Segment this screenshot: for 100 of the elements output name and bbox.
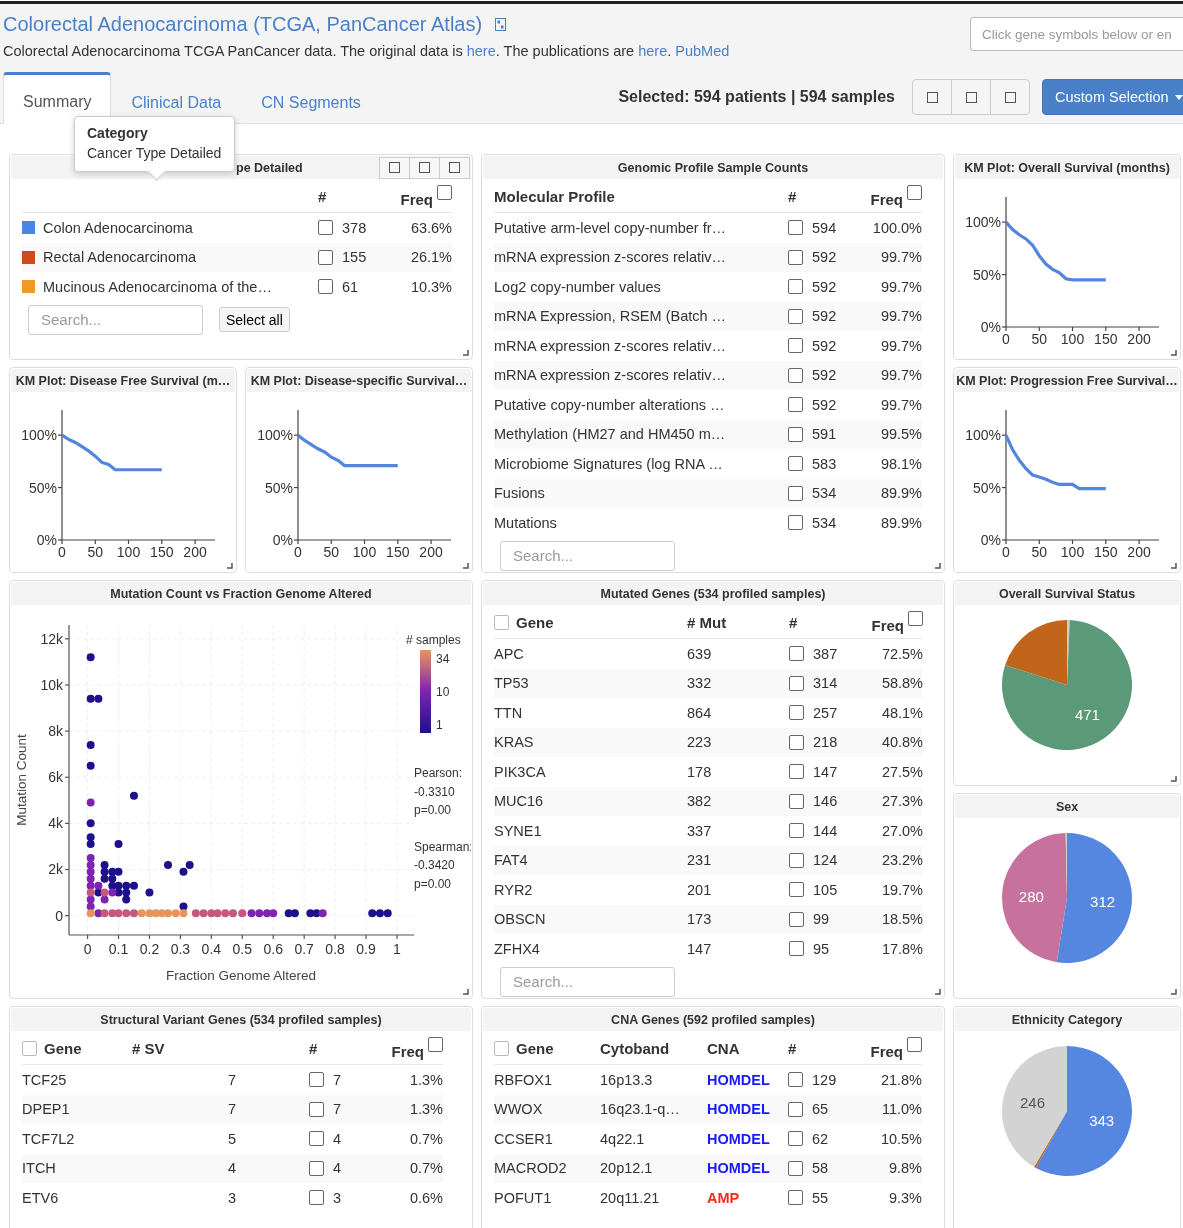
column-header: CNA xyxy=(707,1040,740,1057)
table-cell-text: ZFHX4 xyxy=(494,940,541,957)
tab[interactable]: Summary xyxy=(3,72,112,124)
tick-label: 10k xyxy=(40,676,63,693)
table-cell-text: FAT4 xyxy=(494,852,529,869)
tick-label: 150 xyxy=(1094,331,1118,347)
axis-title: Fraction Genome Altered xyxy=(165,968,317,983)
column-header: Gene xyxy=(44,1040,82,1057)
legend-label: 34 xyxy=(436,652,450,666)
tooltip-title: Category xyxy=(87,125,149,141)
slice-label: 343 xyxy=(1089,1111,1115,1129)
legend-label: 10 xyxy=(436,685,450,699)
table-cell-text: Log2 copy-number values xyxy=(494,278,662,295)
selection-summary: Selected: 594 patients | 594 samples xyxy=(618,88,895,106)
tick-label: 200 xyxy=(1127,544,1151,560)
table-cell-text: 1.3% xyxy=(408,1101,443,1118)
custom-selection-button[interactable]: Custom Selection xyxy=(1042,79,1183,115)
table-cell: 592 xyxy=(812,337,837,354)
table-cell-text: 9.8% xyxy=(887,1160,922,1177)
table-cell: Rectal Adenocarcinoma xyxy=(43,249,197,266)
table-cell-text: 20q11.21 xyxy=(600,1189,661,1206)
tab[interactable]: CN Segments xyxy=(241,74,381,124)
table-cell-text: MUC16 xyxy=(494,793,545,810)
tab[interactable]: Clinical Data xyxy=(111,74,242,124)
table-cell-text: 231 xyxy=(687,852,713,869)
cna-type: HOMDEL xyxy=(707,1071,771,1088)
tick-label: 100% xyxy=(965,214,1001,231)
search-field[interactable]: Search... xyxy=(500,540,675,571)
table-cell: 144 xyxy=(813,822,838,839)
table-cell-text: 178 xyxy=(687,763,713,780)
tick-label: 100% xyxy=(21,427,57,444)
table-cell-text: Putative copy-number alterations … xyxy=(494,396,726,413)
table-cell-text: mRNA expression z-scores relativ… xyxy=(494,367,728,384)
correlation-text: Pearson: xyxy=(414,766,463,780)
table-cell-text: 10.3% xyxy=(409,278,452,295)
table-cell-text: 40.8% xyxy=(880,734,923,751)
table-cell-text: APC xyxy=(494,645,525,662)
tick-label: 50 xyxy=(87,544,104,560)
column-header: Cytoband xyxy=(600,1040,670,1057)
table-cell-text: 99.7% xyxy=(879,396,922,413)
tick-label: 100 xyxy=(352,544,377,560)
table-cell-text: TTN xyxy=(494,704,524,721)
table-cell-text: 382 xyxy=(687,793,713,810)
table-cell-text: 19.7% xyxy=(880,881,923,898)
table-cell: 99 xyxy=(813,911,830,928)
column-header: Freq xyxy=(400,190,433,208)
table-cell: 3 xyxy=(333,1189,342,1206)
column-header: Freq xyxy=(870,1042,903,1060)
card-title: pe Detailed xyxy=(236,160,303,175)
table-cell: 592 xyxy=(812,396,837,413)
table-cell: 534 xyxy=(812,485,837,502)
table-cell: 7 xyxy=(333,1071,342,1088)
tick-label: 0 xyxy=(1002,544,1010,560)
search-field[interactable]: Search... xyxy=(28,304,203,335)
table-cell: Mucinous Adenocarcinoma of the… xyxy=(43,278,272,295)
table-cell-text: ETV6 xyxy=(22,1189,60,1206)
table-cell-text: Putative arm-level copy-number fr… xyxy=(494,219,728,236)
tick-label: 150 xyxy=(1094,544,1118,560)
link[interactable]: PubMed xyxy=(675,43,730,59)
tick-label: 100 xyxy=(116,544,141,560)
column-header: Gene xyxy=(516,614,554,631)
tick-label: 0.8 xyxy=(325,941,345,957)
table-cell-text: 16q23.1-q… xyxy=(600,1101,681,1118)
gene-search-field[interactable]: Click gene symbols below or en xyxy=(970,17,1183,51)
table-cell: 583 xyxy=(812,455,837,472)
tick-label: 100 xyxy=(1060,331,1085,347)
cna-type: AMP xyxy=(707,1189,741,1206)
table-cell: 105 xyxy=(813,881,838,898)
table-cell-text: 332 xyxy=(687,675,713,692)
select-all-button[interactable]: Select all xyxy=(219,307,290,332)
column-header: # Mut xyxy=(687,614,727,631)
tick-label: 0.1 xyxy=(108,941,129,957)
table-cell-text: 26.1% xyxy=(409,249,452,266)
cna-type: HOMDEL xyxy=(707,1130,771,1147)
table-cell: 129 xyxy=(812,1071,837,1088)
tick-label: 100% xyxy=(257,427,293,444)
slice-label: 280 xyxy=(1018,887,1044,905)
table-cell-text: MACROD2 xyxy=(494,1160,568,1177)
link[interactable]: here xyxy=(638,43,668,59)
table-cell: 124 xyxy=(813,852,838,869)
table-cell-text: 20p12.1 xyxy=(600,1160,654,1177)
table-cell-text: 99.7% xyxy=(879,337,922,354)
table-cell-text: WWOX xyxy=(494,1101,544,1118)
table-cell: 591 xyxy=(812,426,837,443)
table-cell-text: 27.3% xyxy=(880,793,923,810)
link[interactable]: here xyxy=(466,43,496,59)
table-cell: 58 xyxy=(812,1160,829,1177)
card-title: KM Plot: Progression Free Survival… xyxy=(956,373,1178,388)
table-cell: 65 xyxy=(812,1101,829,1118)
table-cell-text: SYNE1 xyxy=(494,822,543,839)
correlation-text: -0.3420 xyxy=(414,858,455,872)
table-cell-text: ITCH xyxy=(22,1160,57,1177)
tick-label: 0 xyxy=(294,544,302,560)
table-cell: 155 xyxy=(342,249,367,266)
table-cell: 7 xyxy=(333,1101,342,1118)
table-cell-text: 0.7% xyxy=(408,1160,443,1177)
table-cell: 594 xyxy=(812,219,837,236)
search-field[interactable]: Search... xyxy=(500,966,675,997)
table-cell-text: 72.5% xyxy=(880,645,923,662)
card-title: Mutation Count vs Fraction Genome Altered xyxy=(110,586,372,601)
